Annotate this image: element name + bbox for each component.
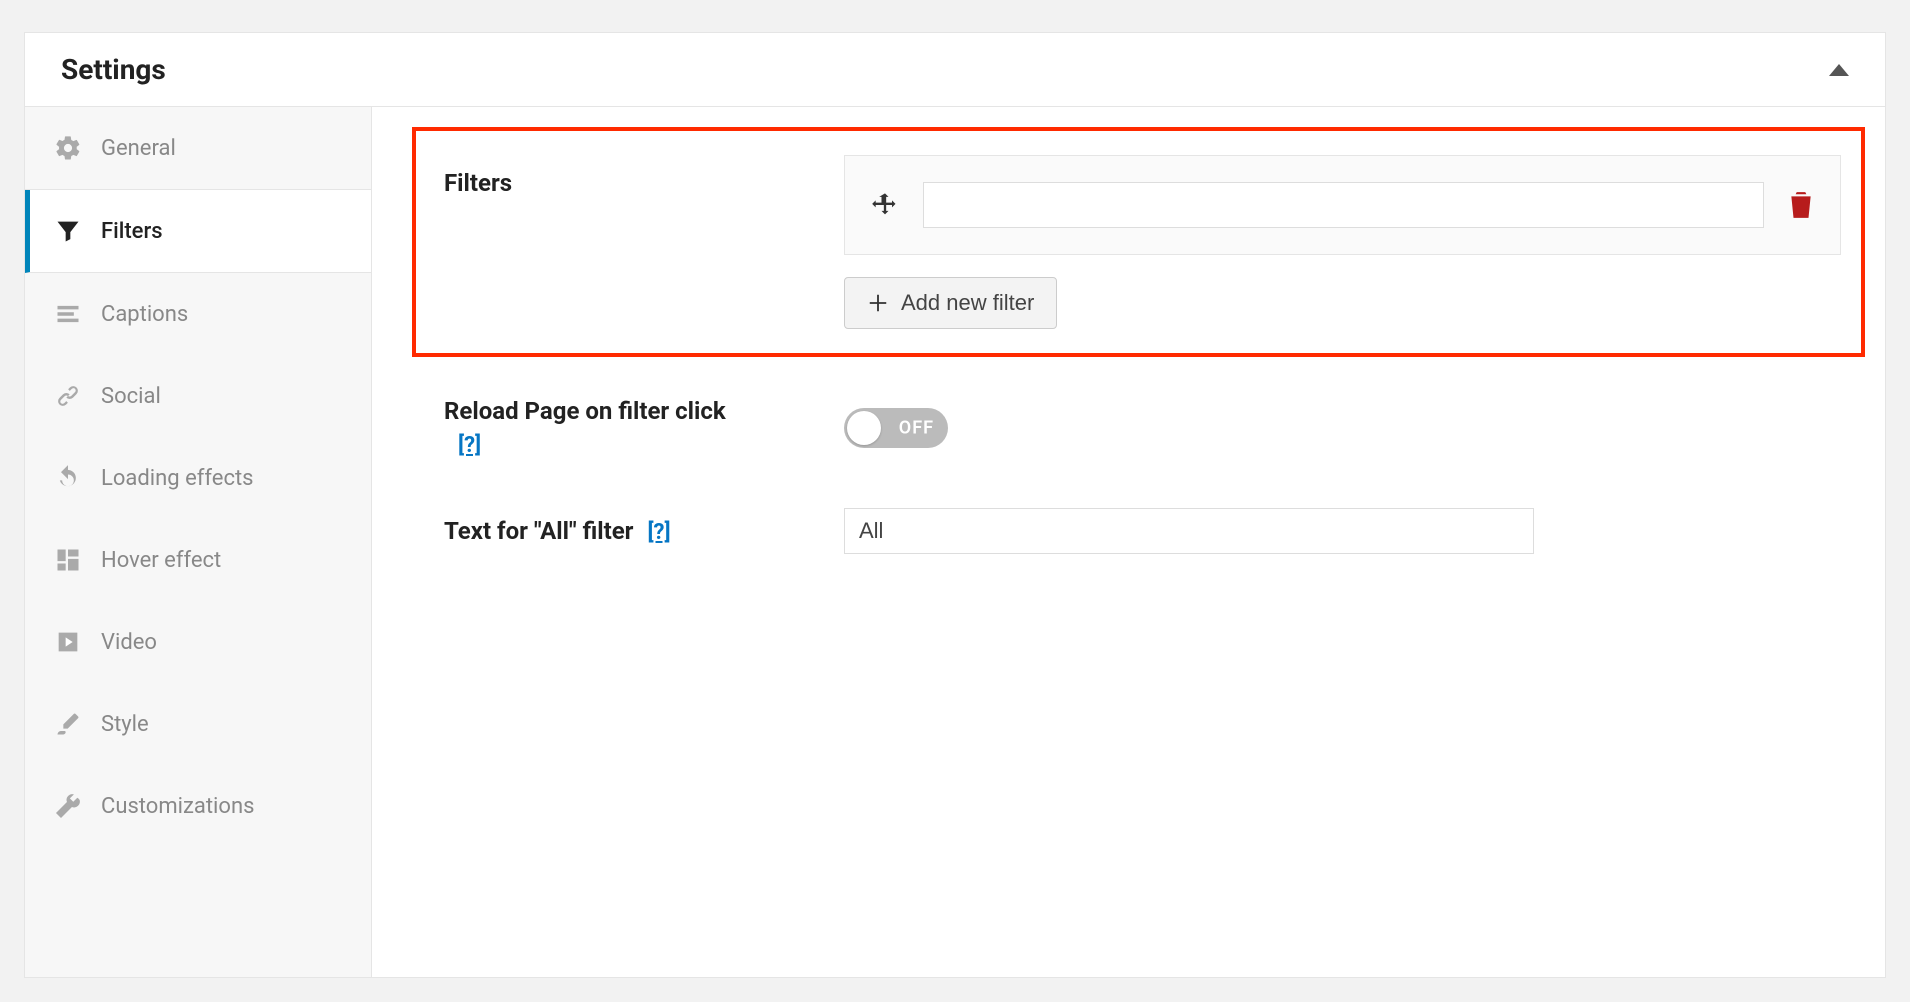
sidebar-item-customizations[interactable]: Customizations (25, 765, 371, 847)
collapse-toggle-icon[interactable] (1829, 64, 1849, 76)
help-link[interactable]: [?] (647, 520, 670, 545)
sidebar-item-hover-effect[interactable]: Hover effect (25, 519, 371, 601)
settings-panel: Settings General Filters Cap (24, 32, 1886, 978)
sidebar-item-captions[interactable]: Captions (25, 273, 371, 355)
help-link[interactable]: [?] (458, 433, 824, 458)
filter-name-input[interactable] (923, 182, 1764, 228)
filters-setting-row: Filters (444, 155, 1841, 329)
plus-icon (867, 292, 889, 314)
setting-label-col: Text for "All" filter [?] (444, 517, 824, 545)
drag-handle-icon[interactable] (871, 191, 899, 219)
all-text-label: Text for "All" filter (444, 517, 633, 545)
sidebar-item-label: Hover effect (101, 548, 221, 573)
sidebar-item-label: Captions (101, 302, 188, 327)
sidebar-item-social[interactable]: Social (25, 355, 371, 437)
filters-highlight-box: Filters (412, 127, 1865, 357)
play-icon (53, 627, 83, 657)
sidebar-item-label: Social (101, 384, 161, 409)
panel-title: Settings (61, 53, 166, 86)
setting-control-col (844, 508, 1865, 554)
filters-label: Filters (444, 169, 824, 197)
sidebar-item-label: Loading effects (101, 466, 254, 491)
sidebar-item-label: Filters (101, 219, 163, 244)
sidebar-item-label: General (101, 136, 176, 161)
link-icon (53, 381, 83, 411)
sidebar-item-label: Customizations (101, 794, 254, 819)
wrench-icon (53, 791, 83, 821)
panel-body: General Filters Captions Social (25, 107, 1885, 977)
sidebar-item-style[interactable]: Style (25, 683, 371, 765)
all-text-setting-row: Text for "All" filter [?] (412, 508, 1865, 554)
reload-icon (53, 463, 83, 493)
sidebar-item-label: Style (101, 712, 149, 737)
sidebar-item-general[interactable]: General (25, 107, 371, 190)
sidebar-item-label: Video (101, 630, 157, 655)
panel-header: Settings (25, 33, 1885, 107)
setting-label-col: Filters (444, 155, 824, 197)
toggle-state-label: OFF (899, 417, 934, 438)
settings-sidebar: General Filters Captions Social (25, 107, 372, 977)
setting-control-col: OFF (844, 408, 1865, 448)
sidebar-item-video[interactable]: Video (25, 601, 371, 683)
setting-control-col: Add new filter (844, 155, 1841, 329)
setting-label-col: Reload Page on filter click [?] (444, 397, 824, 458)
sidebar-item-loading-effects[interactable]: Loading effects (25, 437, 371, 519)
brush-icon (53, 709, 83, 739)
reload-toggle[interactable]: OFF (844, 408, 948, 448)
grid-icon (53, 545, 83, 575)
add-filter-label: Add new filter (901, 290, 1034, 316)
add-filter-button[interactable]: Add new filter (844, 277, 1057, 329)
settings-content: Filters (372, 107, 1885, 977)
all-filter-text-input[interactable] (844, 508, 1534, 554)
filter-row (871, 182, 1814, 228)
captions-icon (53, 299, 83, 329)
reload-label: Reload Page on filter click (444, 397, 726, 425)
funnel-icon (53, 216, 83, 246)
reload-setting-row: Reload Page on filter click [?] OFF (412, 397, 1865, 458)
filter-list (844, 155, 1841, 255)
trash-icon[interactable] (1788, 190, 1814, 220)
toggle-knob (847, 411, 881, 445)
sidebar-item-filters[interactable]: Filters (25, 190, 371, 273)
gear-icon (53, 133, 83, 163)
